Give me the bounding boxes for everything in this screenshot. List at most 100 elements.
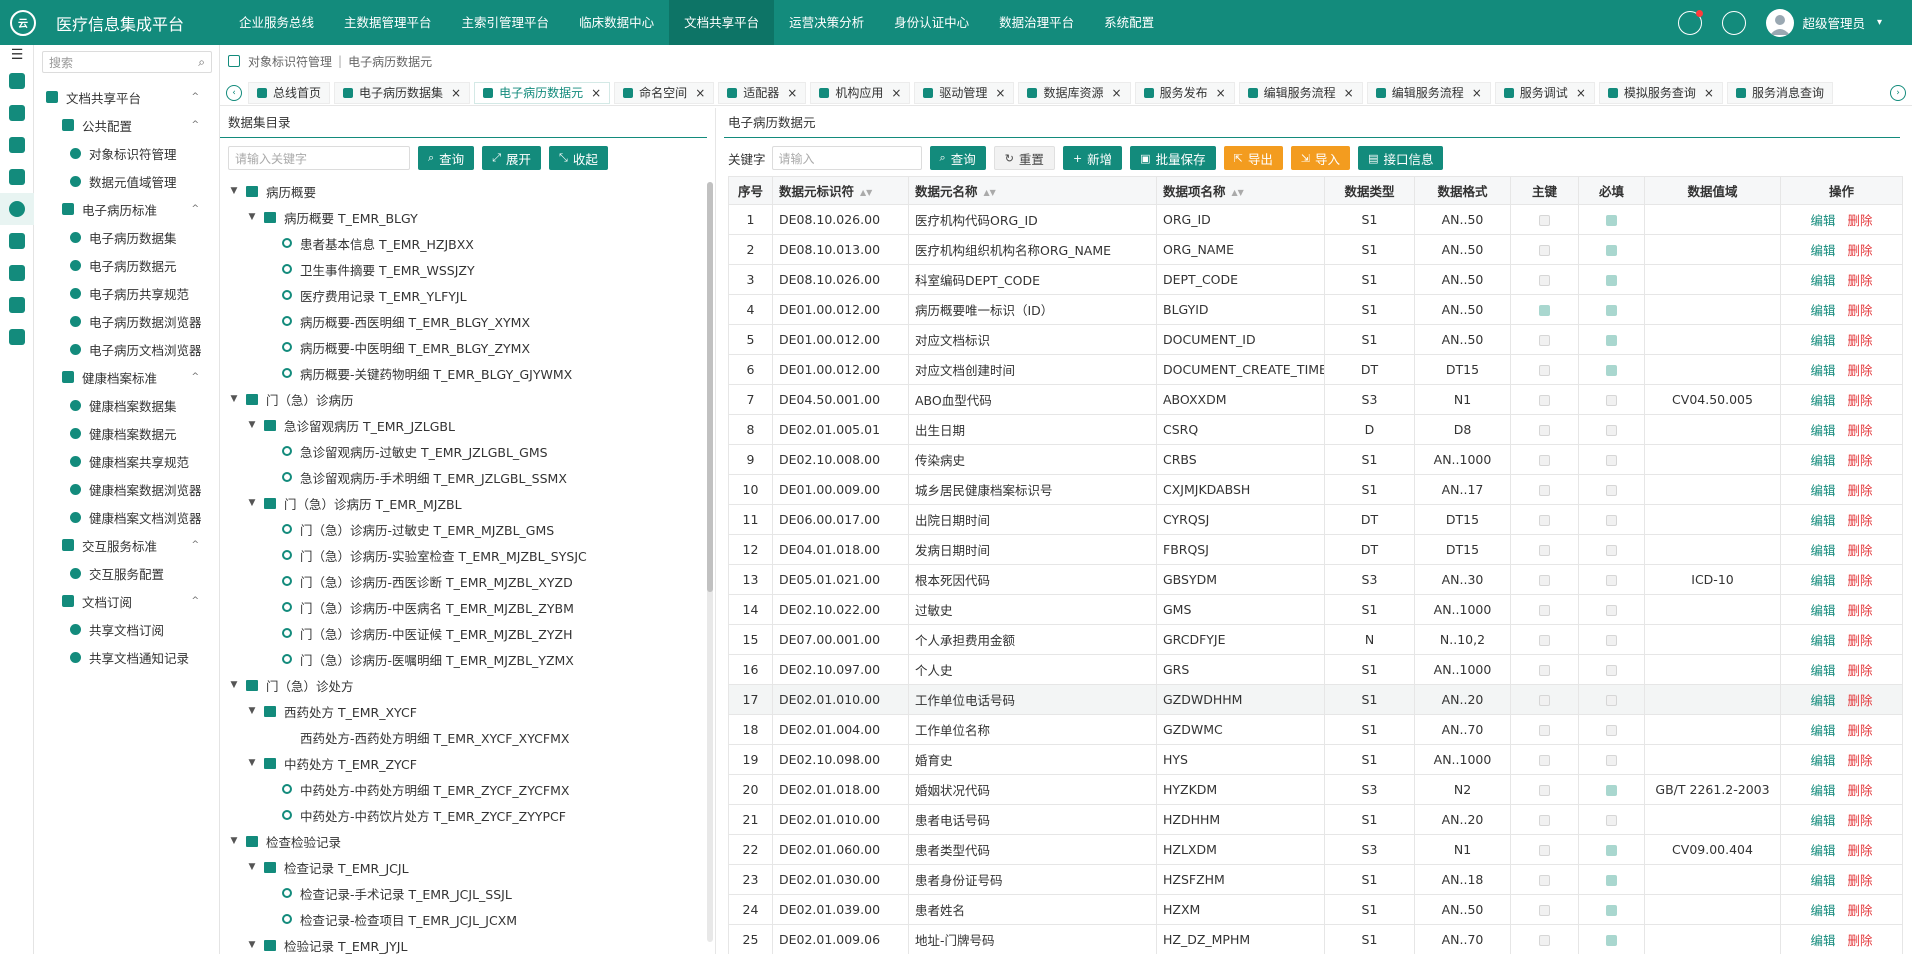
required-checkbox[interactable]: [1606, 365, 1617, 376]
sidebar-item[interactable]: 电子病历数据集: [34, 223, 219, 251]
chevron-down-icon[interactable]: ▼: [246, 706, 258, 716]
tree-node[interactable]: 医疗费用记录 T_EMR_YLFYJL: [220, 282, 708, 308]
edit-link[interactable]: 编辑: [1810, 363, 1835, 378]
required-checkbox[interactable]: [1606, 875, 1617, 886]
tree-node[interactable]: ▼ 病历概要: [220, 178, 708, 204]
primary-key-checkbox[interactable]: [1539, 395, 1550, 406]
chevron-down-icon[interactable]: ▼: [246, 940, 258, 950]
edit-link[interactable]: 编辑: [1810, 333, 1835, 348]
primary-key-checkbox[interactable]: [1539, 875, 1550, 886]
edit-link[interactable]: 编辑: [1810, 393, 1835, 408]
edit-link[interactable]: 编辑: [1810, 873, 1835, 888]
nav-item[interactable]: 系统配置: [1089, 0, 1169, 45]
required-checkbox[interactable]: [1606, 485, 1617, 496]
table-row[interactable]: 11 DE06.00.017.00 出院日期时间 CYRQSJ DT DT15 编辑 删除: [728, 504, 1903, 535]
sidebar-item[interactable]: 公共配置 ^: [34, 111, 219, 139]
table-row[interactable]: 21 DE02.01.010.00 患者电话号码 HZDHHM S1 AN..20 编辑 删除: [728, 804, 1903, 835]
delete-link[interactable]: 删除: [1848, 363, 1873, 378]
primary-key-checkbox[interactable]: [1539, 815, 1550, 826]
keyword-input[interactable]: 请输入: [771, 146, 922, 170]
edit-link[interactable]: 编辑: [1810, 843, 1835, 858]
delete-link[interactable]: 删除: [1848, 483, 1873, 498]
chevron-down-icon[interactable]: ▼: [246, 758, 258, 768]
sidebar-item[interactable]: 健康档案数据集: [34, 391, 219, 419]
sort-icon[interactable]: ▲▼: [860, 189, 872, 197]
sidebar-item[interactable]: 电子病历文档浏览器: [34, 335, 219, 363]
delete-link[interactable]: 删除: [1848, 573, 1873, 588]
table-row[interactable]: 25 DE02.01.009.06 地址-门牌号码 HZ_DZ_MPHM S1 AN..7…: [728, 924, 1903, 954]
edit-link[interactable]: 编辑: [1810, 813, 1835, 828]
edit-link[interactable]: 编辑: [1810, 603, 1835, 618]
primary-key-checkbox[interactable]: [1539, 695, 1550, 706]
edit-link[interactable]: 编辑: [1810, 513, 1835, 528]
tree-node[interactable]: 急诊留观病历-过敏史 T_EMR_JZLGBL_GMS: [220, 438, 708, 464]
nav-item[interactable]: 数据治理平台: [984, 0, 1089, 45]
tab[interactable]: 命名空间 ×: [614, 81, 715, 104]
tab[interactable]: 总线首页: [248, 81, 331, 104]
settings-icon[interactable]: [1722, 10, 1747, 35]
primary-key-checkbox[interactable]: [1539, 725, 1550, 736]
edit-link[interactable]: 编辑: [1810, 573, 1835, 588]
tab[interactable]: 服务调试 ×: [1494, 81, 1595, 104]
column-header[interactable]: 数据元标识符 ▲▼: [772, 176, 909, 205]
table-row[interactable]: 15 DE07.00.001.00 个人承担费用金额 GRCDFYJE N N..10,2…: [728, 624, 1903, 655]
column-header[interactable]: 数据元名称 ▲▼: [908, 176, 1157, 205]
sidebar-item[interactable]: 交互服务配置: [34, 559, 219, 587]
table-row[interactable]: 19 DE02.10.098.00 婚育史 HYS S1 AN..1000 编辑 删除: [728, 744, 1903, 775]
tree-node[interactable]: ▼ 西药处方 T_EMR_XYCF: [220, 698, 708, 724]
tab-next-icon[interactable]: ›: [1890, 84, 1906, 101]
catalog-search-input[interactable]: 请输入关键字: [228, 146, 410, 170]
tree-node[interactable]: 门（急）诊病历-实验室检查 T_EMR_MJZBL_SYSJC: [220, 542, 708, 568]
tab[interactable]: 数据库资源 ×: [1018, 81, 1131, 104]
required-checkbox[interactable]: [1606, 305, 1617, 316]
required-checkbox[interactable]: [1606, 215, 1617, 226]
sidebar-item[interactable]: 文档共享平台 ^: [34, 83, 219, 111]
table-row[interactable]: 22 DE02.01.060.00 患者类型代码 HZLXDM S3 N1 CV09.00.…: [728, 834, 1903, 865]
required-checkbox[interactable]: [1606, 575, 1617, 586]
toolbar-button[interactable]: ⇱ 导出: [1223, 146, 1283, 170]
delete-link[interactable]: 删除: [1848, 213, 1873, 228]
close-icon[interactable]: ×: [1344, 86, 1354, 100]
table-row[interactable]: 12 DE04.01.018.00 发病日期时间 FBRQSJ DT DT15 编辑 删除: [728, 534, 1903, 565]
primary-key-checkbox[interactable]: [1539, 515, 1550, 526]
required-checkbox[interactable]: [1606, 335, 1617, 346]
chevron-down-icon[interactable]: ▼: [246, 498, 258, 508]
table-row[interactable]: 4 DE01.00.012.00 病历概要唯一标识（ID） BLGYID S1 AN..5…: [728, 294, 1903, 325]
primary-key-checkbox[interactable]: [1539, 935, 1550, 946]
tab[interactable]: 适配器 ×: [718, 81, 807, 104]
chevron-down-icon[interactable]: ▼: [246, 212, 258, 222]
delete-link[interactable]: 删除: [1848, 723, 1873, 738]
chevron-up-icon[interactable]: ^: [191, 120, 199, 130]
menu-toggle-icon[interactable]: ☰: [0, 45, 34, 65]
nav-item[interactable]: 临床数据中心: [564, 0, 669, 45]
required-checkbox[interactable]: [1606, 515, 1617, 526]
required-checkbox[interactable]: [1606, 695, 1617, 706]
sidebar-item[interactable]: 共享文档通知记录: [34, 643, 219, 671]
table-row[interactable]: 2 DE08.10.013.00 医疗机构组织机构名称ORG_NAME ORG_NAM…: [728, 234, 1903, 265]
tree-node[interactable]: 西药处方-西药处方明细 T_EMR_XYCF_XYCFMX: [220, 724, 708, 750]
tree-node[interactable]: 中药处方-中药处方明细 T_EMR_ZYCF_ZYCFMX: [220, 776, 708, 802]
close-icon[interactable]: ×: [995, 86, 1005, 100]
tree-node[interactable]: ▼ 病历概要 T_EMR_BLGY: [220, 204, 708, 230]
primary-key-checkbox[interactable]: [1539, 635, 1550, 646]
close-icon[interactable]: ×: [695, 86, 705, 100]
edit-link[interactable]: 编辑: [1810, 903, 1835, 918]
required-checkbox[interactable]: [1606, 665, 1617, 676]
primary-key-checkbox[interactable]: [1539, 305, 1550, 316]
chevron-down-icon[interactable]: ▼: [246, 862, 258, 872]
tree-node[interactable]: ▼ 检查检验记录: [220, 828, 708, 854]
close-icon[interactable]: ×: [787, 86, 797, 100]
sidebar-item[interactable]: 电子病历数据元: [34, 251, 219, 279]
delete-link[interactable]: 删除: [1848, 243, 1873, 258]
primary-key-checkbox[interactable]: [1539, 605, 1550, 616]
table-row[interactable]: 6 DE01.00.012.00 对应文档创建时间 DOCUMENT_CREATE_T…: [728, 354, 1903, 385]
column-header[interactable]: 数据项名称 ▲▼: [1156, 176, 1325, 205]
delete-link[interactable]: 删除: [1848, 303, 1873, 318]
close-icon[interactable]: ×: [1576, 86, 1586, 100]
edit-link[interactable]: 编辑: [1810, 213, 1835, 228]
required-checkbox[interactable]: [1606, 635, 1617, 646]
delete-link[interactable]: 删除: [1848, 843, 1873, 858]
edit-link[interactable]: 编辑: [1810, 483, 1835, 498]
edit-link[interactable]: 编辑: [1810, 303, 1835, 318]
primary-key-checkbox[interactable]: [1539, 905, 1550, 916]
